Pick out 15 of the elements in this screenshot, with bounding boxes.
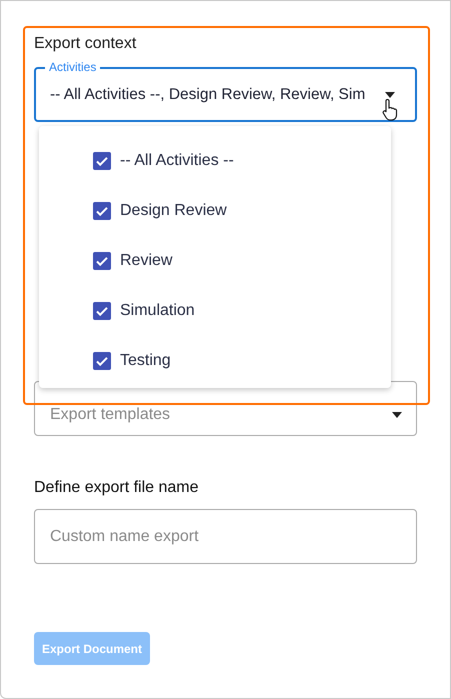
menu-option[interactable]: -- All Activities -- xyxy=(39,136,391,186)
checkbox[interactable] xyxy=(93,252,111,270)
checkbox[interactable] xyxy=(93,352,111,370)
checkbox[interactable] xyxy=(93,152,111,170)
menu-option[interactable]: Simulation xyxy=(39,286,391,336)
menu-option[interactable]: Design Review xyxy=(39,186,391,236)
checkbox[interactable] xyxy=(93,202,111,220)
file-name-field[interactable]: Custom name export xyxy=(34,509,417,564)
checkbox[interactable] xyxy=(93,302,111,320)
section-title: Export context xyxy=(34,34,136,54)
field-label: Activities xyxy=(45,60,100,74)
menu-option[interactable]: Review xyxy=(39,236,391,286)
pointer-hand-icon xyxy=(382,99,398,121)
caret-icon xyxy=(392,412,402,418)
section-title: Define export file name xyxy=(34,478,199,498)
